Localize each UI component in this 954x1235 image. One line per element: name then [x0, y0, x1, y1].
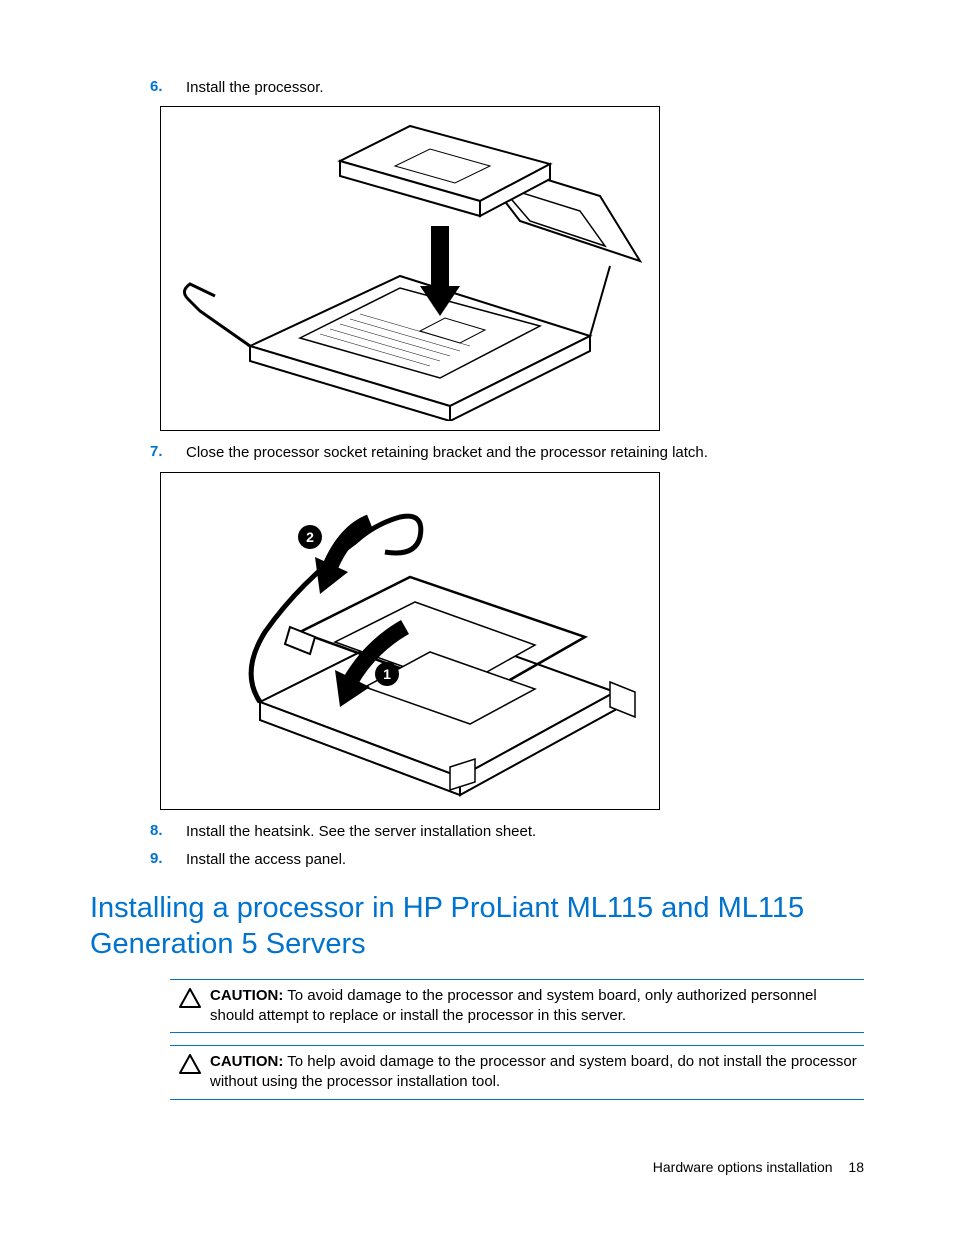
step-number: 6. — [150, 78, 186, 98]
step-9: 9. Install the access panel. — [150, 850, 864, 870]
caution-icon — [170, 1052, 210, 1093]
step-text: Install the heatsink. See the server ins… — [186, 822, 536, 842]
caution-block-2: CAUTION: To help avoid damage to the pro… — [170, 1045, 864, 1100]
close-bracket-illustration: 1 2 — [170, 482, 650, 800]
callout-1: 1 — [383, 666, 391, 682]
caution-text: CAUTION: To help avoid damage to the pro… — [210, 1052, 864, 1093]
figure-install-processor — [160, 106, 660, 431]
page-footer: Hardware options installation 18 — [653, 1159, 864, 1175]
caution-body: To help avoid damage to the processor an… — [210, 1053, 857, 1090]
figure-close-bracket: 1 2 — [160, 472, 660, 810]
caution-label: CAUTION: — [210, 987, 283, 1004]
step-number: 7. — [150, 443, 186, 463]
caution-block-1: CAUTION: To avoid damage to the processo… — [170, 979, 864, 1034]
processor-install-illustration — [170, 116, 650, 421]
step-8: 8. Install the heatsink. See the server … — [150, 822, 864, 842]
step-text: Close the processor socket retaining bra… — [186, 443, 708, 463]
step-7: 7. Close the processor socket retaining … — [150, 443, 864, 463]
step-number: 8. — [150, 822, 186, 842]
step-text: Install the access panel. — [186, 850, 346, 870]
section-heading: Installing a processor in HP ProLiant ML… — [90, 890, 864, 963]
step-text: Install the processor. — [186, 78, 324, 98]
caution-icon — [170, 986, 210, 1027]
caution-body: To avoid damage to the processor and sys… — [210, 987, 817, 1024]
caution-label: CAUTION: — [210, 1053, 283, 1070]
caution-text: CAUTION: To avoid damage to the processo… — [210, 986, 864, 1027]
step-number: 9. — [150, 850, 186, 870]
step-6: 6. Install the processor. — [150, 78, 864, 98]
footer-section: Hardware options installation — [653, 1159, 833, 1175]
footer-page-number: 18 — [848, 1159, 864, 1175]
callout-2: 2 — [306, 529, 314, 545]
